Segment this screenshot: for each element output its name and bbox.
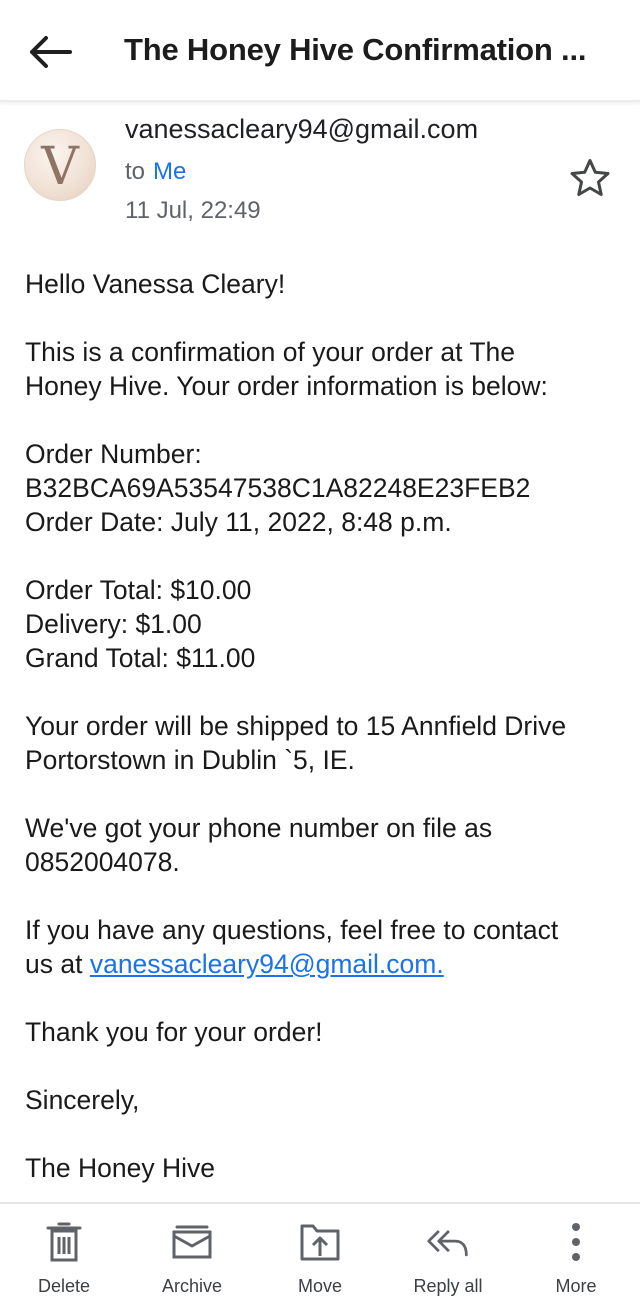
arrow-left-icon [30,36,72,68]
contact-email-link[interactable]: vanessacleary94@gmail.com. [90,949,444,979]
bottom-action-bar: Delete Archive Move Reply all More [0,1202,640,1304]
star-button[interactable] [566,154,614,202]
more-vertical-icon [572,1223,580,1261]
order-info-paragraph: Order Number: B32BCA69A53547538C1A82248E… [25,437,625,539]
order-number: B32BCA69A53547538C1A82248E23FEB2 [25,473,531,503]
reply-all-icon [427,1230,468,1257]
top-app-bar: The Honey Hive Confirmation ... [0,0,640,102]
phone-paragraph: We've got your phone number on file as 0… [25,811,625,879]
reply-all-label: Reply all [413,1276,483,1296]
greeting: Hello Vanessa Cleary! [25,269,286,299]
sender-avatar[interactable]: V [24,129,96,201]
message-date: 11 Jul, 22:49 [125,197,261,224]
totals-paragraph: Order Total: $10.00 Delivery: $1.00 Gran… [25,573,625,675]
archive-icon [172,1225,212,1259]
contact-paragraph: If you have any questions, feel free to … [25,913,625,981]
back-button[interactable] [22,26,78,78]
more-label: More [555,1276,597,1296]
delete-button[interactable]: Delete [0,1204,128,1304]
phone-line: We've got your phone number on file as [25,813,493,843]
reply-all-button[interactable]: Reply all [384,1204,512,1304]
delivery-cost: Delivery: $1.00 [25,609,202,639]
move-icon [300,1224,340,1261]
contact-prefix: us at [25,949,90,979]
contact-line: If you have any questions, feel free to … [25,915,559,945]
recipient-name[interactable]: Me [153,158,186,185]
intro-line: Honey Hive. Your order information is be… [25,371,548,401]
shipping-paragraph: Your order will be shipped to 15 Annfiel… [25,709,625,777]
delete-label: Delete [37,1276,91,1296]
intro-paragraph: This is a confirmation of your order at … [25,335,625,403]
thanks-line: Thank you for your order! [25,1017,323,1047]
avatar-letter: V [41,137,79,197]
archive-label: Archive [161,1276,223,1296]
email-subject: The Honey Hive Confirmation ... [124,32,587,67]
signoff-line: Sincerely, [25,1085,140,1115]
order-date: Order Date: July 11, 2022, 8:48 p.m. [25,507,452,537]
email-body: Hello Vanessa Cleary! This is a confirma… [25,267,625,1185]
archive-button[interactable]: Archive [128,1204,256,1304]
order-number-label: Order Number: [25,439,202,469]
contact-line-2: us at vanessacleary94@gmail.com. [25,947,625,981]
trash-icon [46,1222,82,1262]
move-label: Move [297,1276,342,1296]
to-label: to [125,158,146,185]
phone-number[interactable]: 0852004078. [25,845,625,879]
more-button[interactable]: More [512,1204,640,1304]
recipient-line[interactable]: to Me [125,158,186,186]
shipping-line: Portorstown in Dublin `5, IE. [25,745,355,775]
signature-line: The Honey Hive [25,1153,216,1183]
order-total: Order Total: $10.00 [25,575,252,605]
shipping-line: Your order will be shipped to 15 Annfiel… [25,711,567,741]
star-outline-icon [570,159,610,196]
grand-total: Grand Total: $11.00 [25,643,256,673]
intro-line: This is a confirmation of your order at … [25,337,515,367]
move-button[interactable]: Move [256,1204,384,1304]
sender-email[interactable]: vanessacleary94@gmail.com [125,114,478,145]
